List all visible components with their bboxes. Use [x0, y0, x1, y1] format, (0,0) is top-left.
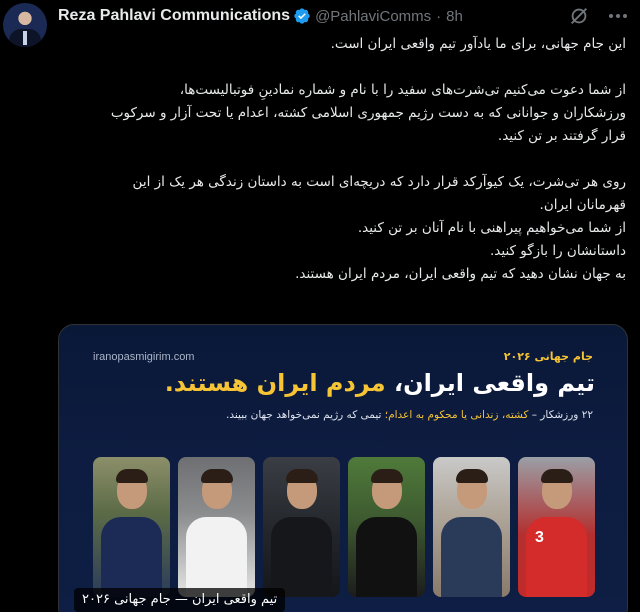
separator-dot: ·	[436, 7, 442, 25]
tweet-header: Reza Pahlavi Communications @PahlaviComm…	[58, 5, 630, 27]
photo-hair	[285, 469, 318, 483]
athlete-photo-1	[93, 457, 170, 597]
athlete-photo-5	[433, 457, 510, 597]
media-badge: جام جهانی ۲۰۲۶	[503, 350, 593, 363]
timestamp[interactable]: 8h	[446, 8, 463, 25]
photo-hair	[200, 469, 233, 483]
athlete-photo-2	[178, 457, 255, 597]
avatar-tie	[23, 31, 27, 45]
tweet-line: از شما می‌خواهیم پیراهنی با نام آنان بر …	[357, 220, 626, 236]
jersey-number: 3	[534, 529, 544, 546]
headline-accent: مردم ایران هستند.	[164, 369, 386, 397]
media-headline: تیم واقعی ایران، مردم ایران هستند.	[165, 369, 595, 397]
tweet-line: این جام جهانی، برای ما یادآور تیم واقعی …	[330, 36, 626, 52]
athlete-photo-4	[348, 457, 425, 597]
tweet-line: قهرمانان ایران.	[539, 197, 626, 213]
grok-icon[interactable]	[568, 5, 590, 27]
more-dot	[616, 14, 620, 18]
athlete-photo-6: 3	[518, 457, 595, 597]
photo-body	[100, 517, 163, 597]
more-dot	[623, 14, 627, 18]
photo-hair	[540, 469, 573, 483]
photo-hair	[370, 469, 403, 483]
photo-body	[270, 517, 333, 597]
tweet-line: روی هر تی‌شرت، یک کیوآرکد قرار دارد که د…	[132, 174, 626, 190]
media-subline: ۲۲ ورزشکار – کشته، زندانی یا محکوم به اع…	[226, 409, 593, 421]
tweet-line: ورزشکاران و جوانانی که به دست رژیم جمهور…	[110, 105, 626, 121]
media-site-url: iranopasmigirim.com	[93, 351, 195, 363]
more-dot	[609, 14, 613, 18]
photo-hair	[455, 469, 488, 483]
author-name[interactable]: Reza Pahlavi Communications	[58, 7, 290, 25]
photo-body	[355, 517, 418, 597]
avatar[interactable]	[3, 3, 47, 47]
author-handle[interactable]: @PahlaviComms	[315, 8, 431, 25]
media-caption: تیم واقعی ایران — جام جهانی ۲۰۲۶	[74, 588, 286, 612]
subline-accent: کشته، زندانی یا محکوم به اعدام؛	[384, 409, 529, 421]
subline-prefix: ۲۲ ورزشکار –	[528, 409, 593, 421]
tweet-line: قرار گرفتند بر تن کنید.	[497, 128, 626, 144]
verified-badge-icon[interactable]	[293, 7, 311, 25]
athlete-photo-3	[263, 457, 340, 597]
photo-hair	[115, 469, 148, 483]
tweet-line: به جهان نشان دهید که تیم واقعی ایران، مر…	[295, 266, 626, 282]
tweet-line: داستانشان را بازگو کنید.	[490, 243, 626, 259]
media-image[interactable]: iranopasmigirim.com جام جهانی ۲۰۲۶ تیم و…	[58, 324, 628, 612]
athlete-photos: 3	[93, 457, 595, 597]
photo-body	[440, 517, 503, 597]
more-options-icon[interactable]	[606, 5, 630, 27]
photo-body	[185, 517, 248, 597]
tweet-line: از شما دعوت می‌کنیم تی‌شرت‌های سفید را ب…	[179, 82, 626, 98]
headline-main: تیم واقعی ایران،	[385, 369, 595, 397]
tweet-text: این جام جهانی، برای ما یادآور تیم واقعی …	[58, 33, 626, 286]
subline-suffix: تیمی که رژیم نمی‌خواهد جهان ببیند.	[226, 409, 385, 421]
